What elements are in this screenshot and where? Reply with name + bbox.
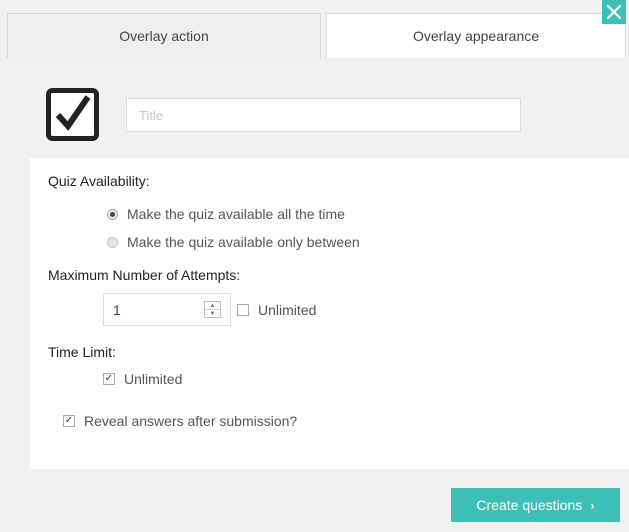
create-questions-label: Create questions [476, 497, 583, 513]
reveal-answers-label: Reveal answers after submission? [84, 413, 298, 429]
time-limit-label: Time Limit: [48, 344, 116, 360]
tab-overlay-action-label: Overlay action [119, 28, 209, 44]
time-unlimited-option[interactable]: ✓ Unlimited [103, 371, 182, 387]
time-unlimited-checkbox[interactable]: ✓ [103, 373, 115, 385]
attempts-unlimited-option[interactable]: Unlimited [237, 302, 316, 318]
availability-all-time-label: Make the quiz available all the time [127, 206, 345, 222]
title-input[interactable] [126, 98, 521, 132]
overlay-header [0, 58, 629, 158]
reveal-answers-checkbox[interactable]: ✓ [63, 415, 75, 427]
chevron-right-icon: › [590, 497, 595, 513]
availability-option-between[interactable]: Make the quiz available only between [107, 234, 360, 250]
attempts-unlimited-label: Unlimited [258, 302, 317, 318]
tab-overlay-appearance-label: Overlay appearance [412, 28, 540, 44]
stepper-up-icon[interactable]: ▲ [205, 302, 220, 310]
availability-option-all-time[interactable]: Make the quiz available all the time [107, 206, 345, 222]
tab-overlay-action[interactable]: Overlay action [7, 13, 321, 58]
overlay-tabs: Overlay action Overlay appearance [0, 0, 629, 58]
stepper-down-icon[interactable]: ▼ [205, 310, 220, 317]
attempts-unlimited-checkbox[interactable] [237, 304, 249, 316]
close-button[interactable] [602, 0, 626, 24]
checkbox-quiz-icon [46, 88, 99, 141]
tab-overlay-appearance[interactable]: Overlay appearance [326, 13, 626, 58]
availability-between-label: Make the quiz available only between [127, 234, 360, 250]
availability-between-radio[interactable] [107, 236, 118, 248]
max-attempts-label: Maximum Number of Attempts: [48, 267, 241, 283]
reveal-answers-option[interactable]: ✓ Reveal answers after submission? [63, 413, 297, 429]
create-questions-button[interactable]: Create questions › [451, 488, 620, 522]
attempts-stepper[interactable]: 1 ▲ ▼ [103, 293, 231, 326]
availability-all-time-radio[interactable] [107, 208, 118, 220]
close-icon [607, 5, 621, 19]
quiz-availability-label: Quiz Availability: [48, 173, 150, 189]
quiz-settings-panel: Quiz Availability: Make the quiz availab… [30, 158, 629, 469]
time-unlimited-label: Unlimited [124, 371, 183, 387]
attempts-value[interactable]: 1 [104, 302, 204, 318]
attempts-stepper-arrows[interactable]: ▲ ▼ [204, 301, 221, 318]
